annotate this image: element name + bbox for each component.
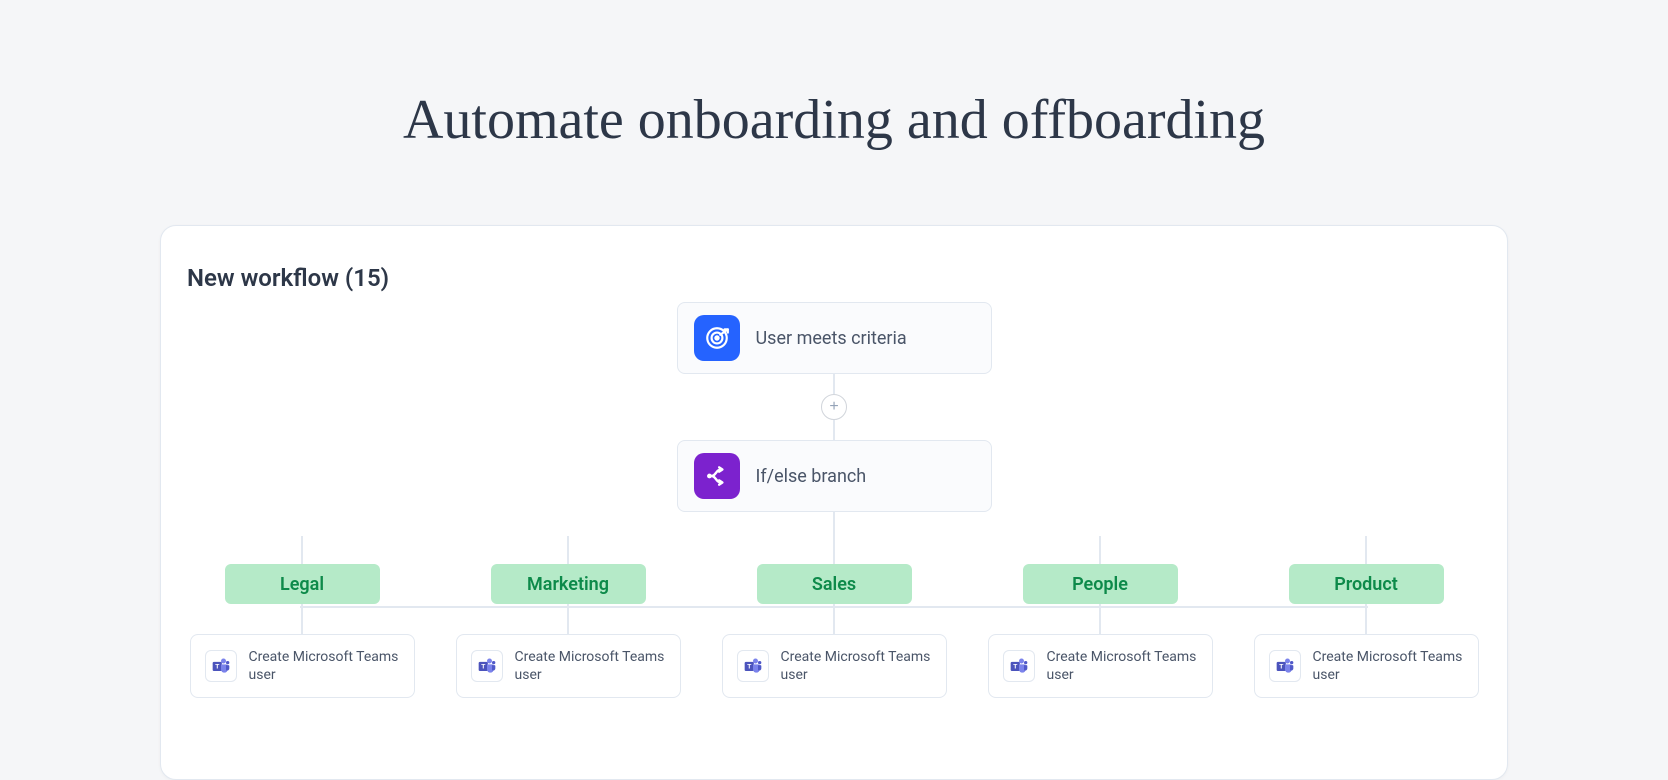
action-node[interactable]: T Create Microsoft Teams user bbox=[190, 634, 415, 698]
connector-line bbox=[833, 420, 835, 440]
add-step-button[interactable]: + bbox=[821, 394, 847, 420]
action-label: Create Microsoft Teams user bbox=[1313, 648, 1464, 684]
branch-sales: Sales T Create Microsoft Teams user bbox=[719, 536, 949, 698]
branch-label-product[interactable]: Product bbox=[1289, 564, 1444, 604]
action-label: Create Microsoft Teams user bbox=[781, 648, 932, 684]
teams-icon: T bbox=[737, 650, 769, 682]
target-icon bbox=[694, 315, 740, 361]
teams-icon: T bbox=[1269, 650, 1301, 682]
svg-text:T: T bbox=[1279, 664, 1283, 671]
connector-line bbox=[567, 536, 569, 564]
action-node[interactable]: T Create Microsoft Teams user bbox=[722, 634, 947, 698]
page-title: Automate onboarding and offboarding bbox=[0, 0, 1668, 152]
connector-line bbox=[301, 536, 303, 564]
branch-label-people[interactable]: People bbox=[1023, 564, 1178, 604]
branch-icon bbox=[694, 453, 740, 499]
branches-row: Legal T Create Microsoft Teams user bbox=[187, 536, 1481, 698]
branch-label-legal[interactable]: Legal bbox=[225, 564, 380, 604]
connector-line bbox=[833, 604, 835, 634]
teams-icon: T bbox=[1003, 650, 1035, 682]
branch-product: Product T Create Microsoft Teams us bbox=[1251, 536, 1481, 698]
action-label: Create Microsoft Teams user bbox=[515, 648, 666, 684]
branch-node-label: If/else branch bbox=[756, 466, 867, 487]
branch-legal: Legal T Create Microsoft Teams user bbox=[187, 536, 417, 698]
branch-label-marketing[interactable]: Marketing bbox=[491, 564, 646, 604]
action-node[interactable]: T Create Microsoft Teams user bbox=[1254, 634, 1479, 698]
branch-node[interactable]: If/else branch bbox=[677, 440, 992, 512]
trigger-node-label: User meets criteria bbox=[756, 328, 907, 349]
workflow-flow: User meets criteria + If/else branch bbox=[187, 302, 1481, 698]
center-column: User meets criteria + If/else branch bbox=[187, 302, 1481, 536]
connector-line bbox=[1365, 536, 1367, 564]
action-node[interactable]: T Create Microsoft Teams user bbox=[456, 634, 681, 698]
teams-icon: T bbox=[205, 650, 237, 682]
svg-text:T: T bbox=[481, 664, 485, 671]
connector-line bbox=[1099, 604, 1101, 634]
svg-text:T: T bbox=[747, 664, 751, 671]
branch-marketing: Marketing T Create Microsoft Teams bbox=[453, 536, 683, 698]
connector-line bbox=[567, 604, 569, 634]
connector-line bbox=[1365, 604, 1367, 634]
trigger-node[interactable]: User meets criteria bbox=[677, 302, 992, 374]
connector-line bbox=[833, 536, 835, 564]
connector-line bbox=[1099, 536, 1101, 564]
workflow-card: New workflow (15) User meets criteria bbox=[160, 225, 1508, 780]
action-node[interactable]: T Create Microsoft Teams user bbox=[988, 634, 1213, 698]
connector-line bbox=[301, 604, 303, 634]
action-label: Create Microsoft Teams user bbox=[1047, 648, 1198, 684]
connector-line bbox=[833, 374, 835, 394]
branch-people: People T Create Microsoft Teams use bbox=[985, 536, 1215, 698]
workflow-title: New workflow (15) bbox=[187, 264, 1481, 292]
action-label: Create Microsoft Teams user bbox=[249, 648, 400, 684]
teams-icon: T bbox=[471, 650, 503, 682]
connector-line bbox=[833, 512, 835, 536]
svg-text:T: T bbox=[1013, 664, 1017, 671]
branch-label-sales[interactable]: Sales bbox=[757, 564, 912, 604]
svg-text:T: T bbox=[215, 664, 219, 671]
